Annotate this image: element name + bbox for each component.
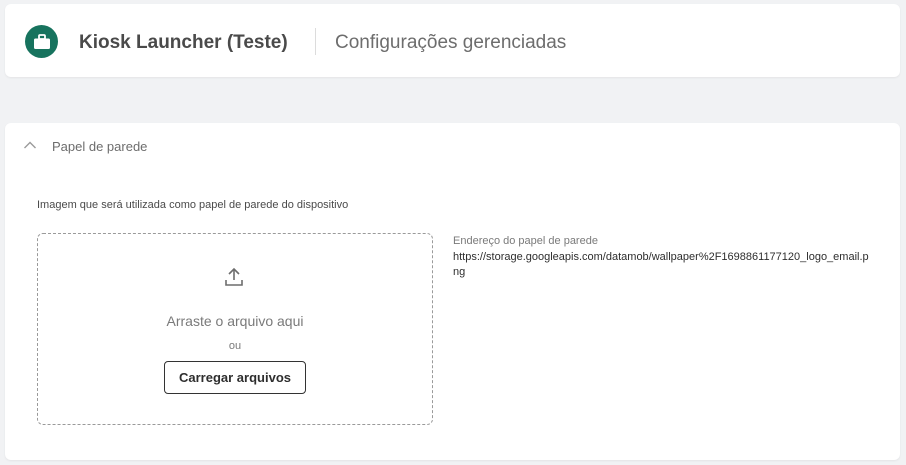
- wallpaper-url-label: Endereço do papel de parede: [453, 235, 598, 247]
- page-subtitle: Configurações gerenciadas: [335, 32, 567, 53]
- drop-text: Arraste o arquivo aqui: [166, 313, 304, 329]
- upload-files-button[interactable]: Carregar arquivos: [164, 361, 306, 394]
- chevron-up-icon: [24, 141, 36, 149]
- section-title: Papel de parede: [52, 139, 148, 154]
- section-toggle[interactable]: Papel de parede: [5, 123, 900, 169]
- wallpaper-url-value: https://storage.googleapis.com/datamob/w…: [453, 251, 869, 278]
- briefcase-icon: [25, 25, 58, 58]
- header-card: Kiosk Launcher (Teste) Configurações ger…: [5, 4, 900, 77]
- or-text: ou: [228, 340, 242, 352]
- wallpaper-section: Papel de parede Imagem que será utilizad…: [5, 123, 900, 460]
- section-description: Imagem que será utilizada como papel de …: [37, 199, 349, 211]
- upload-icon: [225, 267, 243, 286]
- file-dropzone[interactable]: Arraste o arquivo aqui ou Carregar arqui…: [37, 233, 433, 425]
- app-title: Kiosk Launcher (Teste): [79, 32, 288, 53]
- header-divider: [315, 28, 316, 55]
